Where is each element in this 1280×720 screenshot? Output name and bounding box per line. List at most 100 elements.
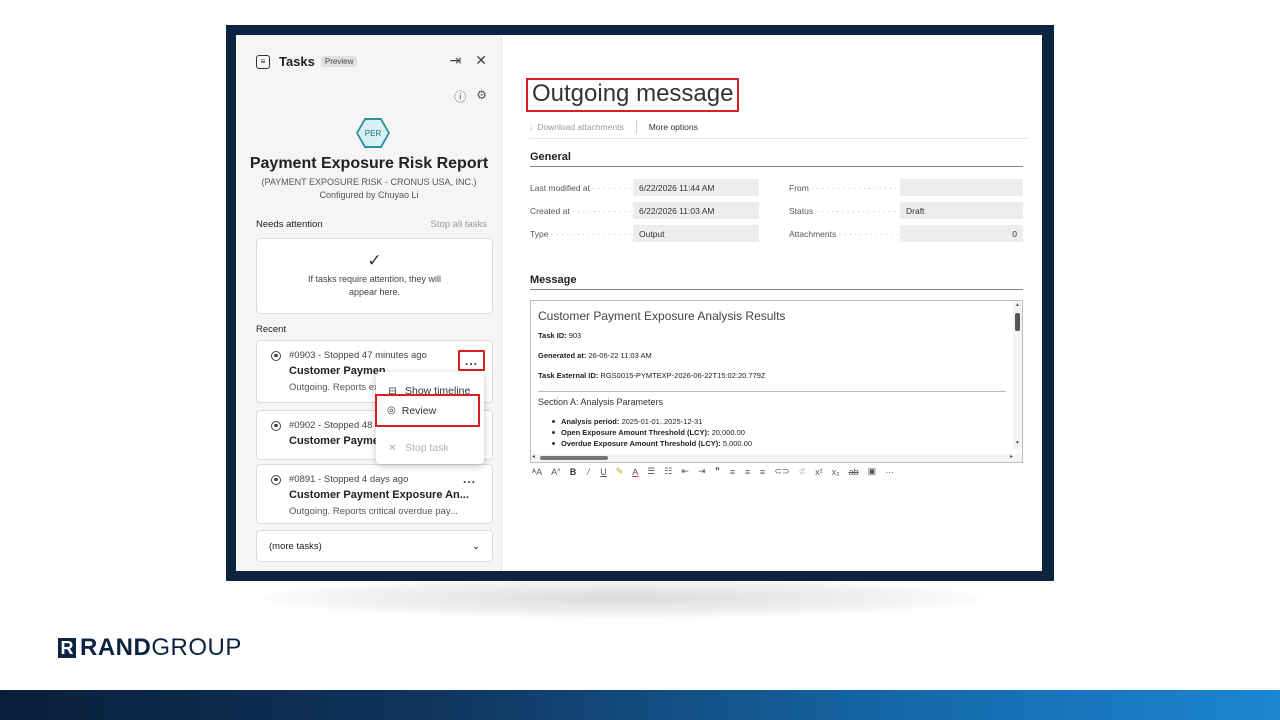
section-a-title: Section A: Analysis Parameters xyxy=(538,397,664,407)
message-heading: Customer Payment Exposure Analysis Resul… xyxy=(538,309,786,323)
agent-configured-by: Configured by Chuyao Li xyxy=(319,190,419,200)
attachments-value[interactable]: 0 xyxy=(900,225,1023,242)
task-status-line: #0891 - Stopped 4 days ago xyxy=(271,474,408,485)
numbered-list-icon[interactable]: ☷ xyxy=(664,466,672,477)
status-value[interactable]: Draft xyxy=(900,202,1023,219)
task-title: Customer Paymen xyxy=(289,365,386,377)
scroll-up-icon[interactable]: ▲ xyxy=(1015,302,1020,308)
formatting-toolbar: ᴬA A° B / U ✎ A ☰ ☷ ⇤ ⇥ ❞ ≡ ≡ ≡ ⊂⊃ ⊄ x² … xyxy=(532,466,894,477)
more-options-button[interactable]: More options xyxy=(649,122,698,132)
agent-subtitle: (PAYMENT EXPOSURE RISK - CRONUS USA, INC… xyxy=(236,176,502,202)
general-section-title: General xyxy=(530,151,571,163)
image-icon[interactable]: ▣ xyxy=(868,466,877,477)
scroll-thumb[interactable] xyxy=(1015,313,1020,331)
more-formatting-icon[interactable]: ··· xyxy=(885,467,894,477)
task-status: #0902 - Stopped 48 xyxy=(289,420,373,431)
attention-panel: ✓ If tasks require attention, they will … xyxy=(256,238,493,314)
scroll-left-icon[interactable]: ◂ xyxy=(532,453,535,460)
task-card-0891[interactable]: #0891 - Stopped 4 days ago Customer Paym… xyxy=(256,464,493,524)
font-icon[interactable]: A° xyxy=(551,467,561,477)
needs-attention-row: Needs attention Stop all tasks xyxy=(256,219,487,230)
align-center-icon[interactable]: ≡ xyxy=(745,467,751,477)
message-section-title: Message xyxy=(530,274,577,286)
task-more-options-button[interactable]: ... xyxy=(463,472,476,486)
field-created-at: Created at 6/22/2026 11:03 AM xyxy=(530,202,759,219)
from-value[interactable] xyxy=(900,179,1023,196)
bold-icon[interactable]: B xyxy=(570,467,577,477)
scroll-right-icon[interactable]: ▸ xyxy=(1010,453,1013,460)
message-editor[interactable]: Customer Payment Exposure Analysis Resul… xyxy=(530,300,1023,463)
brand-logo: R RANDGROUP xyxy=(58,636,242,660)
download-attachments-button[interactable]: ↓ Download attachments xyxy=(529,119,637,134)
agent-avatar: PER xyxy=(356,118,390,148)
field-status: Status Draft xyxy=(789,202,1023,219)
param-item: Open Exposure Amount Threshold (LCY): 20… xyxy=(552,428,1006,437)
generated-at-line: Generated at: 26-06-22 11:03 AM xyxy=(538,351,652,360)
link-icon[interactable]: ⊂⊃ xyxy=(775,466,790,477)
field-attachments: Attachments 0 xyxy=(789,225,1023,242)
task-more-options-button-highlighted[interactable]: ... xyxy=(458,350,485,371)
vertical-scrollbar[interactable]: ▲ ▼ xyxy=(1013,301,1022,449)
task-id-line: Task ID: 903 xyxy=(538,331,582,340)
task-status: #0891 - Stopped 4 days ago xyxy=(289,474,409,485)
stop-icon: ✕ xyxy=(388,442,397,454)
strikethrough-icon[interactable]: ab xyxy=(849,467,859,477)
subscript-icon[interactable]: x₂ xyxy=(832,467,840,477)
bullet-list-icon[interactable]: ☰ xyxy=(647,466,655,477)
checkmark-icon: ✓ xyxy=(367,251,382,270)
agent-company: (PAYMENT EXPOSURE RISK - CRONUS USA, INC… xyxy=(261,177,477,187)
scroll-down-icon[interactable]: ▼ xyxy=(1015,440,1020,446)
task-status-icon xyxy=(271,474,281,485)
italic-icon[interactable]: / xyxy=(585,467,591,477)
menu-item-label: Review xyxy=(401,404,437,417)
task-description: Outgoing. Reports ex xyxy=(289,382,379,393)
created-at-value[interactable]: 6/22/2026 11:03 AM xyxy=(633,202,759,219)
horizontal-scrollbar[interactable]: ◂ ▸ xyxy=(531,453,1022,462)
agent-name: Payment Exposure Risk Report xyxy=(249,155,489,172)
app-window: ≡ Tasks Preview ⇥ ✕ ⓘ ⚙ PER Payment Expo… xyxy=(236,35,1042,571)
close-icon[interactable]: ✕ xyxy=(475,52,487,69)
gear-icon[interactable]: ⚙ xyxy=(476,88,487,105)
unlink-icon[interactable]: ⊄ xyxy=(799,466,807,477)
field-label: Attachments xyxy=(789,229,900,239)
menu-item-review[interactable]: ◎ Review xyxy=(375,394,480,427)
task-title: Customer Paymen xyxy=(289,435,386,447)
dock-pane-icon[interactable]: ⇥ xyxy=(450,52,462,69)
quote-icon[interactable]: ❞ xyxy=(715,466,721,477)
font-size-icon[interactable]: ᴬA xyxy=(532,467,542,477)
align-left-icon[interactable]: ≡ xyxy=(730,467,736,477)
font-color-icon[interactable]: A xyxy=(632,467,638,477)
type-value[interactable]: Output xyxy=(633,225,759,242)
last-modified-value[interactable]: 6/22/2026 11:44 AM xyxy=(633,179,759,196)
task-status: #0903 - Stopped 47 minutes ago xyxy=(289,350,427,361)
tasks-header-actions: ⇥ ✕ xyxy=(450,52,487,69)
message-divider xyxy=(530,289,1023,290)
more-tasks-label: (more tasks) xyxy=(269,540,322,552)
outgoing-message-page: Outgoing message ↓ Download attachments … xyxy=(502,35,1042,571)
page-title: Outgoing message xyxy=(526,78,740,112)
eye-icon: ◎ xyxy=(387,405,396,416)
scroll-thumb[interactable] xyxy=(540,456,608,460)
increase-indent-icon[interactable]: ⇥ xyxy=(698,466,706,477)
recent-label: Recent xyxy=(256,324,287,335)
menu-item-stop-task[interactable]: ✕ Stop task xyxy=(386,442,448,454)
message-rule xyxy=(538,391,1006,392)
footer-gradient-bar xyxy=(0,690,1280,720)
superscript-icon[interactable]: x² xyxy=(815,467,823,477)
tasks-secondary-actions: ⓘ ⚙ xyxy=(454,88,487,105)
highlight-icon[interactable]: ✎ xyxy=(616,466,624,477)
command-bar: ↓ Download attachments More options xyxy=(529,115,1029,139)
tasks-pane: ≡ Tasks Preview ⇥ ✕ ⓘ ⚙ PER Payment Expo… xyxy=(236,35,502,571)
stop-all-tasks-link[interactable]: Stop all tasks xyxy=(431,219,488,230)
agent-initials: PER xyxy=(358,120,388,146)
align-right-icon[interactable]: ≡ xyxy=(760,467,766,477)
chevron-down-icon: ⌄ xyxy=(472,540,480,552)
underline-icon[interactable]: U xyxy=(600,467,607,477)
more-tasks-dropdown[interactable]: (more tasks) ⌄ xyxy=(256,530,493,562)
info-icon[interactable]: ⓘ xyxy=(454,88,466,105)
decrease-indent-icon[interactable]: ⇤ xyxy=(681,466,689,477)
brand-mark: R xyxy=(58,638,76,658)
task-status-line: #0902 - Stopped 48 xyxy=(271,420,372,431)
field-label: Type xyxy=(530,229,633,239)
tasks-title: Tasks xyxy=(279,54,315,69)
